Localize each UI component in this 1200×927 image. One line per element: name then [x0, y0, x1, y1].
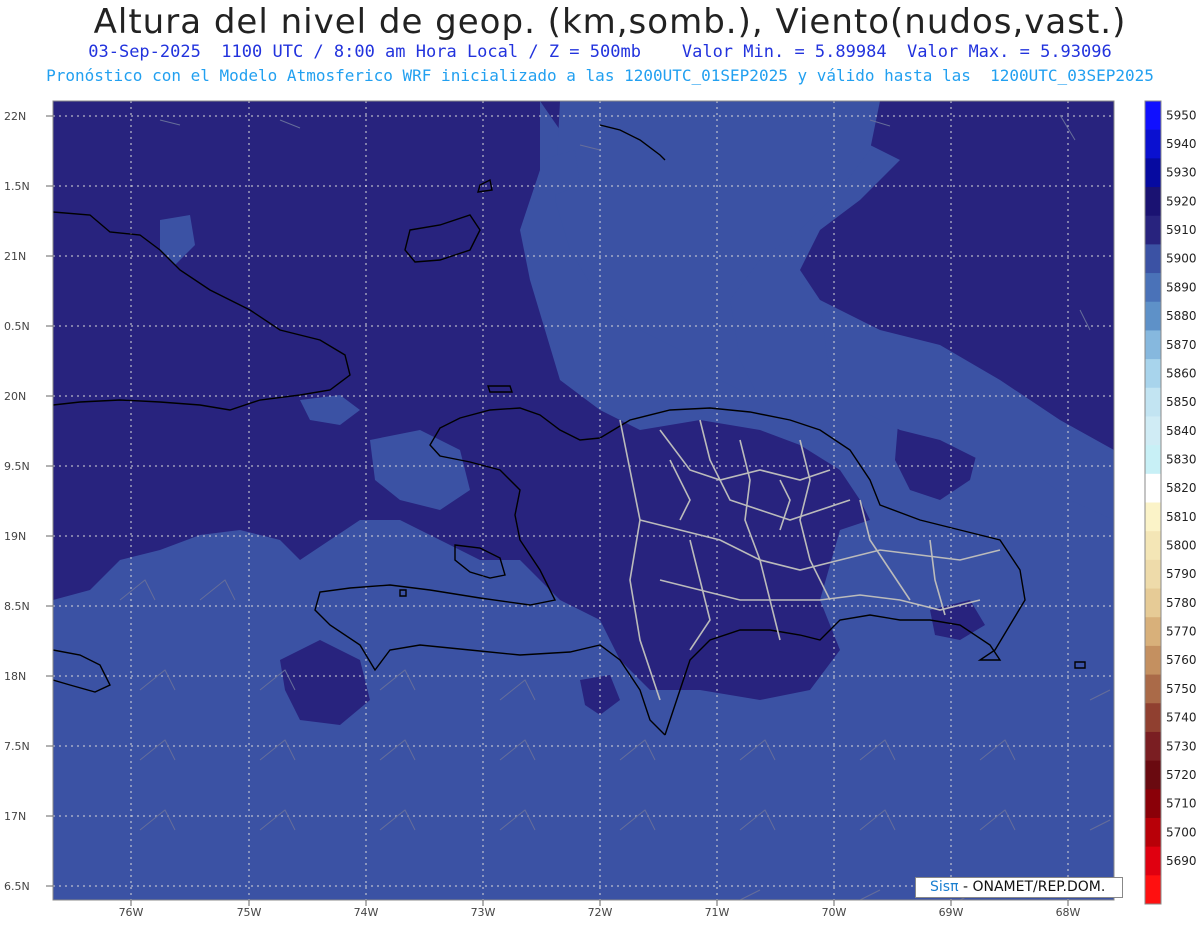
- lat-label: 22N: [4, 110, 26, 123]
- colorbar-label: 5840: [1166, 424, 1197, 438]
- colorbar-label: 5860: [1166, 366, 1197, 380]
- colorbar-swatch: [1145, 129, 1161, 159]
- colorbar-label: 5730: [1166, 739, 1197, 753]
- colorbar-swatch: [1145, 559, 1161, 590]
- colorbar: 5950 5940 5930 5920 5910 5900 5890 5880 5870 5860…: [1144, 100, 1197, 905]
- colorbar-label: 5710: [1166, 797, 1197, 811]
- colorbar-label: 5700: [1166, 825, 1197, 839]
- colorbar-label: 5820: [1166, 481, 1197, 495]
- colorbar-swatch: [1145, 215, 1161, 245]
- credit-box: Sisπ - ONAMET/REP.DOM.: [915, 877, 1123, 898]
- colorbar-swatch: [1145, 473, 1161, 503]
- lon-label: 68W: [1056, 906, 1081, 919]
- lon-label: 75W: [237, 906, 262, 919]
- colorbar-label: 5780: [1166, 596, 1197, 610]
- colorbar-swatch: [1145, 101, 1161, 131]
- colorbar-label: 5850: [1166, 395, 1197, 409]
- colorbar-swatch: [1145, 416, 1161, 446]
- colorbar-swatch: [1145, 617, 1161, 647]
- colorbar-label: 5830: [1166, 452, 1197, 466]
- colorbar-swatch: [1145, 359, 1161, 389]
- colorbar-label: 5760: [1166, 653, 1197, 667]
- colorbar-swatch: [1145, 502, 1161, 532]
- lat-label: 6.5N: [4, 880, 30, 893]
- colorbar-swatch: [1145, 703, 1161, 733]
- colorbar-swatch: [1145, 273, 1161, 303]
- lon-label: 73W: [471, 906, 496, 919]
- colorbar-swatch: [1145, 875, 1161, 905]
- lon-label: 70W: [822, 906, 847, 919]
- lat-label: 0.5N: [4, 320, 30, 333]
- latitude-labels: 22N 1.5N 21N 0.5N 20N 9.5N 19N 8.5N 18N …: [4, 110, 30, 893]
- geopotential-map: 22N 1.5N 21N 0.5N 20N 9.5N 19N 8.5N 18N …: [4, 100, 1197, 919]
- colorbar-label: 5880: [1166, 309, 1197, 323]
- colorbar-label: 5770: [1166, 625, 1197, 639]
- colorbar-swatch: [1145, 187, 1161, 217]
- lon-label: 74W: [354, 906, 379, 919]
- lat-label: 21N: [4, 250, 26, 263]
- colorbar-label: 5720: [1166, 768, 1197, 782]
- lon-label: 71W: [705, 906, 730, 919]
- colorbar-label: 5910: [1166, 223, 1197, 237]
- lon-label: 76W: [119, 906, 144, 919]
- colorbar-swatch: [1145, 789, 1161, 819]
- colorbar-label: 5920: [1166, 194, 1197, 208]
- lat-label: 17N: [4, 810, 26, 823]
- colorbar-swatch: [1145, 588, 1161, 618]
- colorbar-swatch: [1145, 330, 1161, 360]
- sispi-logo: Sisπ: [930, 879, 959, 895]
- colorbar-label: 5740: [1166, 711, 1197, 725]
- lat-label: 19N: [4, 530, 26, 543]
- colorbar-label: 5870: [1166, 338, 1197, 352]
- colorbar-swatch: [1145, 846, 1161, 876]
- colorbar-swatch: [1145, 731, 1161, 762]
- colorbar-swatch: [1145, 387, 1161, 417]
- colorbar-label: 5810: [1166, 510, 1197, 524]
- colorbar-label: 5940: [1166, 137, 1197, 151]
- lat-label: 1.5N: [4, 180, 30, 193]
- colorbar-label: 5750: [1166, 682, 1197, 696]
- lat-label: 7.5N: [4, 740, 30, 753]
- colorbar-swatch: [1145, 817, 1161, 848]
- colorbar-label: 5800: [1166, 539, 1197, 553]
- colorbar-swatch: [1145, 158, 1161, 188]
- colorbar-label: 5690: [1166, 854, 1197, 868]
- lat-label: 8.5N: [4, 600, 30, 613]
- colorbar-swatch: [1145, 531, 1161, 561]
- credit-text: - ONAMET/REP.DOM.: [958, 879, 1106, 895]
- colorbar-label: 5930: [1166, 166, 1197, 180]
- lon-tick-marks: [130, 900, 1069, 906]
- lon-label: 69W: [939, 906, 964, 919]
- colorbar-label: 5900: [1166, 252, 1197, 266]
- colorbar-swatch: [1145, 645, 1161, 676]
- longitude-labels: 76W 75W 74W 73W 72W 71W 70W 69W 68W: [119, 906, 1081, 919]
- colorbar-swatch: [1145, 760, 1161, 790]
- lat-label: 20N: [4, 390, 26, 403]
- colorbar-swatch: [1145, 674, 1161, 704]
- colorbar-label: 5950: [1166, 108, 1197, 122]
- lon-label: 72W: [588, 906, 613, 919]
- colorbar-swatch: [1145, 244, 1161, 274]
- lat-label: 18N: [4, 670, 26, 683]
- colorbar-swatch: [1145, 301, 1161, 331]
- colorbar-label: 5890: [1166, 280, 1197, 294]
- colorbar-swatch: [1145, 445, 1161, 475]
- lat-label: 9.5N: [4, 460, 30, 473]
- lat-tick-marks: [46, 115, 53, 887]
- colorbar-label: 5790: [1166, 567, 1197, 581]
